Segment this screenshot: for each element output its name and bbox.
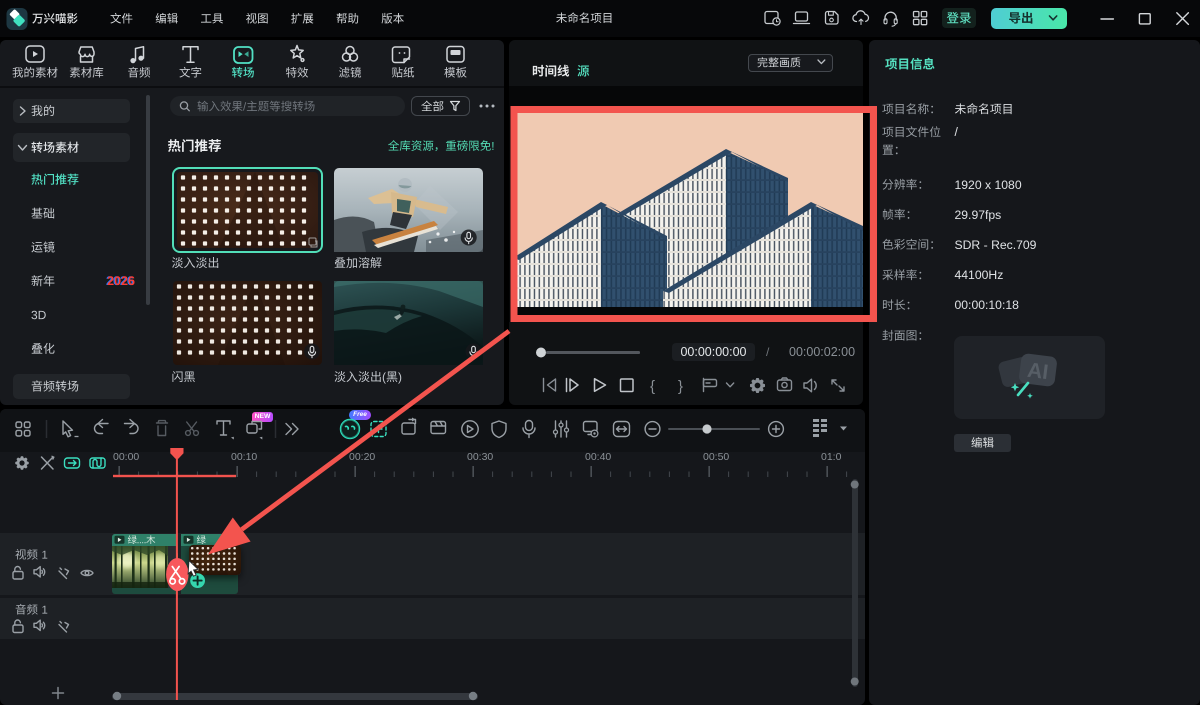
svg-text:AI: AI (1026, 359, 1050, 384)
